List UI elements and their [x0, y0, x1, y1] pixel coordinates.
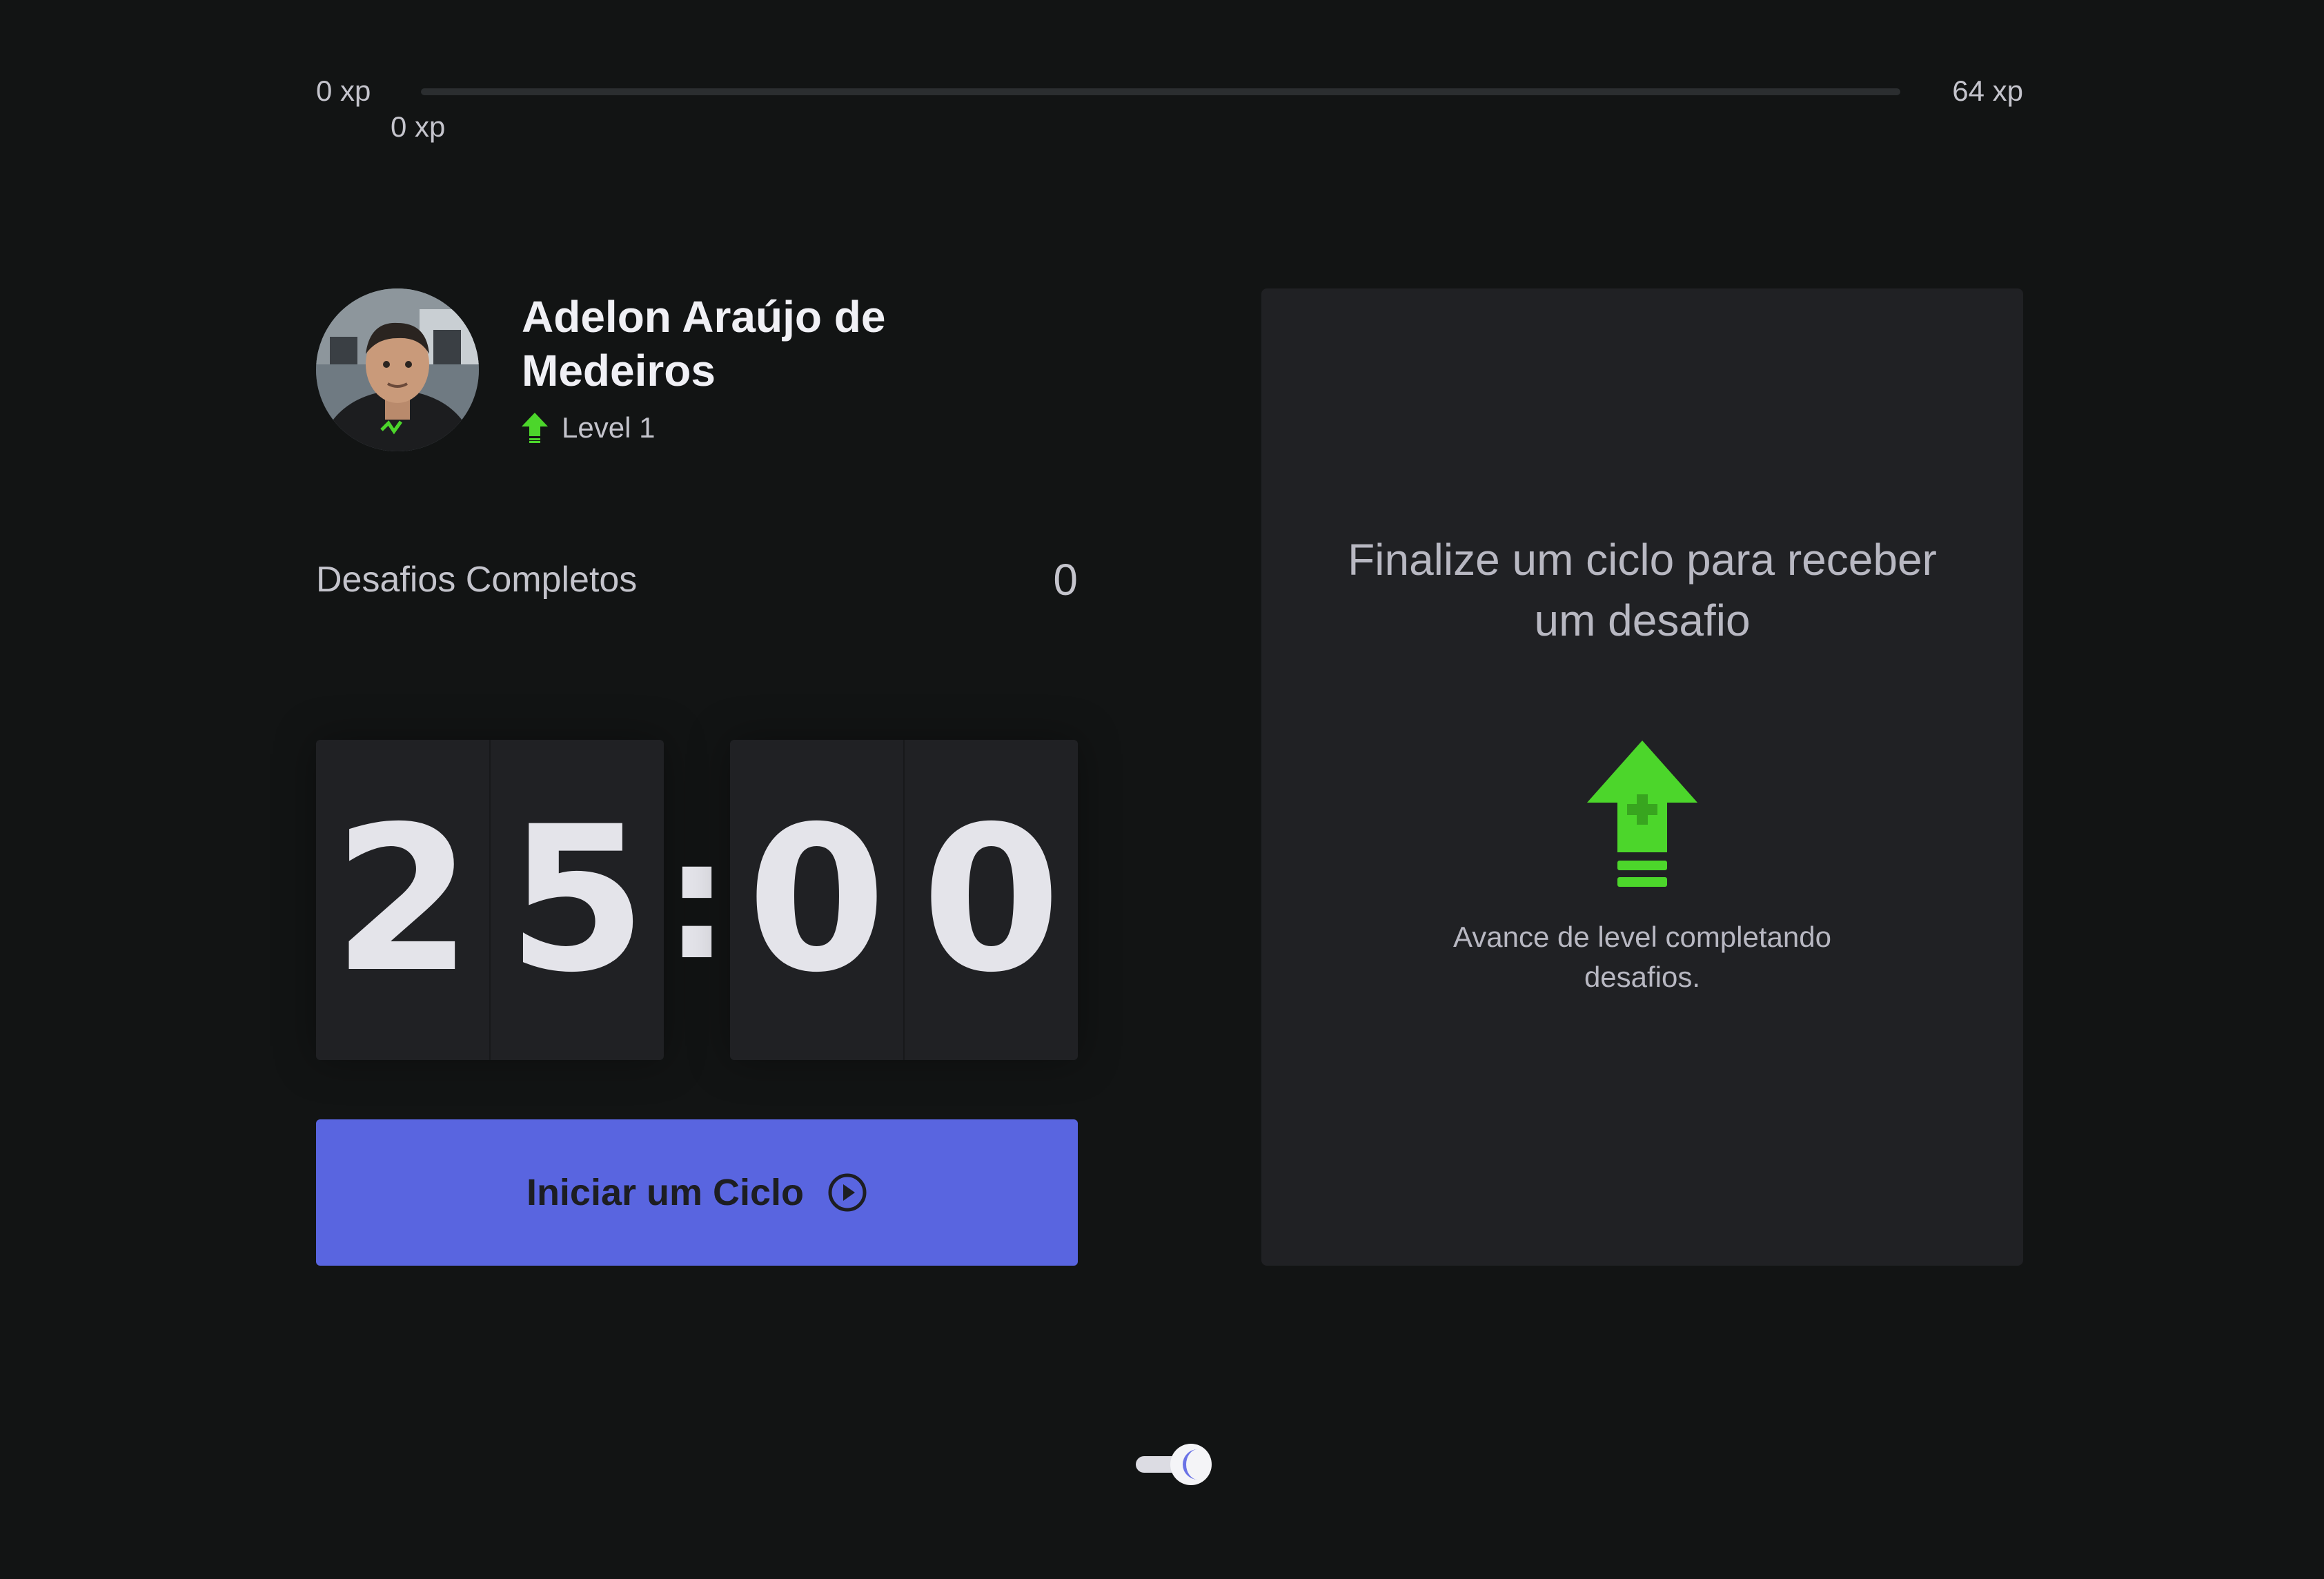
- xp-progress-track: [421, 88, 1900, 95]
- start-cycle-button[interactable]: Iniciar um Ciclo: [316, 1119, 1078, 1266]
- xp-max-label: 64 xp: [1952, 75, 2023, 107]
- avatar: [316, 288, 479, 451]
- completed-challenges: Desafios Completos 0: [316, 552, 1078, 607]
- countdown-seconds: 0 0: [730, 740, 1078, 1060]
- xp-current-label: 0 xp: [391, 110, 446, 143]
- experience-bar: 0 xp 0 xp 64 xp: [316, 69, 2023, 152]
- countdown-minutes: 2 5: [316, 740, 664, 1060]
- play-circle-icon: [827, 1173, 867, 1213]
- level-label: Level 1: [562, 411, 656, 444]
- minute-digit-right: 5: [489, 740, 664, 1060]
- countdown-separator: :: [664, 803, 730, 997]
- challenge-hint: Avance de level completando desafios.: [1453, 921, 1831, 993]
- completed-challenges-label: Desafios Completos: [316, 560, 638, 600]
- challenge-title: Finalize um ciclo para receber um desafi…: [1348, 535, 1937, 645]
- level-up-icon: [1587, 741, 1697, 890]
- level-up-arrow-icon: [522, 413, 548, 443]
- profile: Adelon Araújo de Medeiros Level 1: [316, 288, 1078, 454]
- theme-toggle[interactable]: [1134, 1440, 1220, 1488]
- completed-challenges-count: 0: [1053, 555, 1078, 605]
- page: 0 xp 0 xp 64 xp Adelon Araújo de Medeiro…: [0, 0, 2324, 1579]
- start-cycle-label: Iniciar um Ciclo: [526, 1172, 805, 1213]
- second-digit-left: 0: [747, 783, 887, 1017]
- profile-name: Adelon Araújo de Medeiros: [522, 292, 886, 395]
- minute-digit-left: 2: [333, 783, 473, 1017]
- profile-level: Level 1: [522, 411, 655, 444]
- second-digit-right: 0: [903, 740, 1078, 1060]
- challenge-box: Finalize um ciclo para receber um desafi…: [1261, 288, 2023, 1266]
- countdown: 2 5 : 0 0: [316, 740, 1078, 1060]
- xp-min-label: 0 xp: [316, 75, 371, 107]
